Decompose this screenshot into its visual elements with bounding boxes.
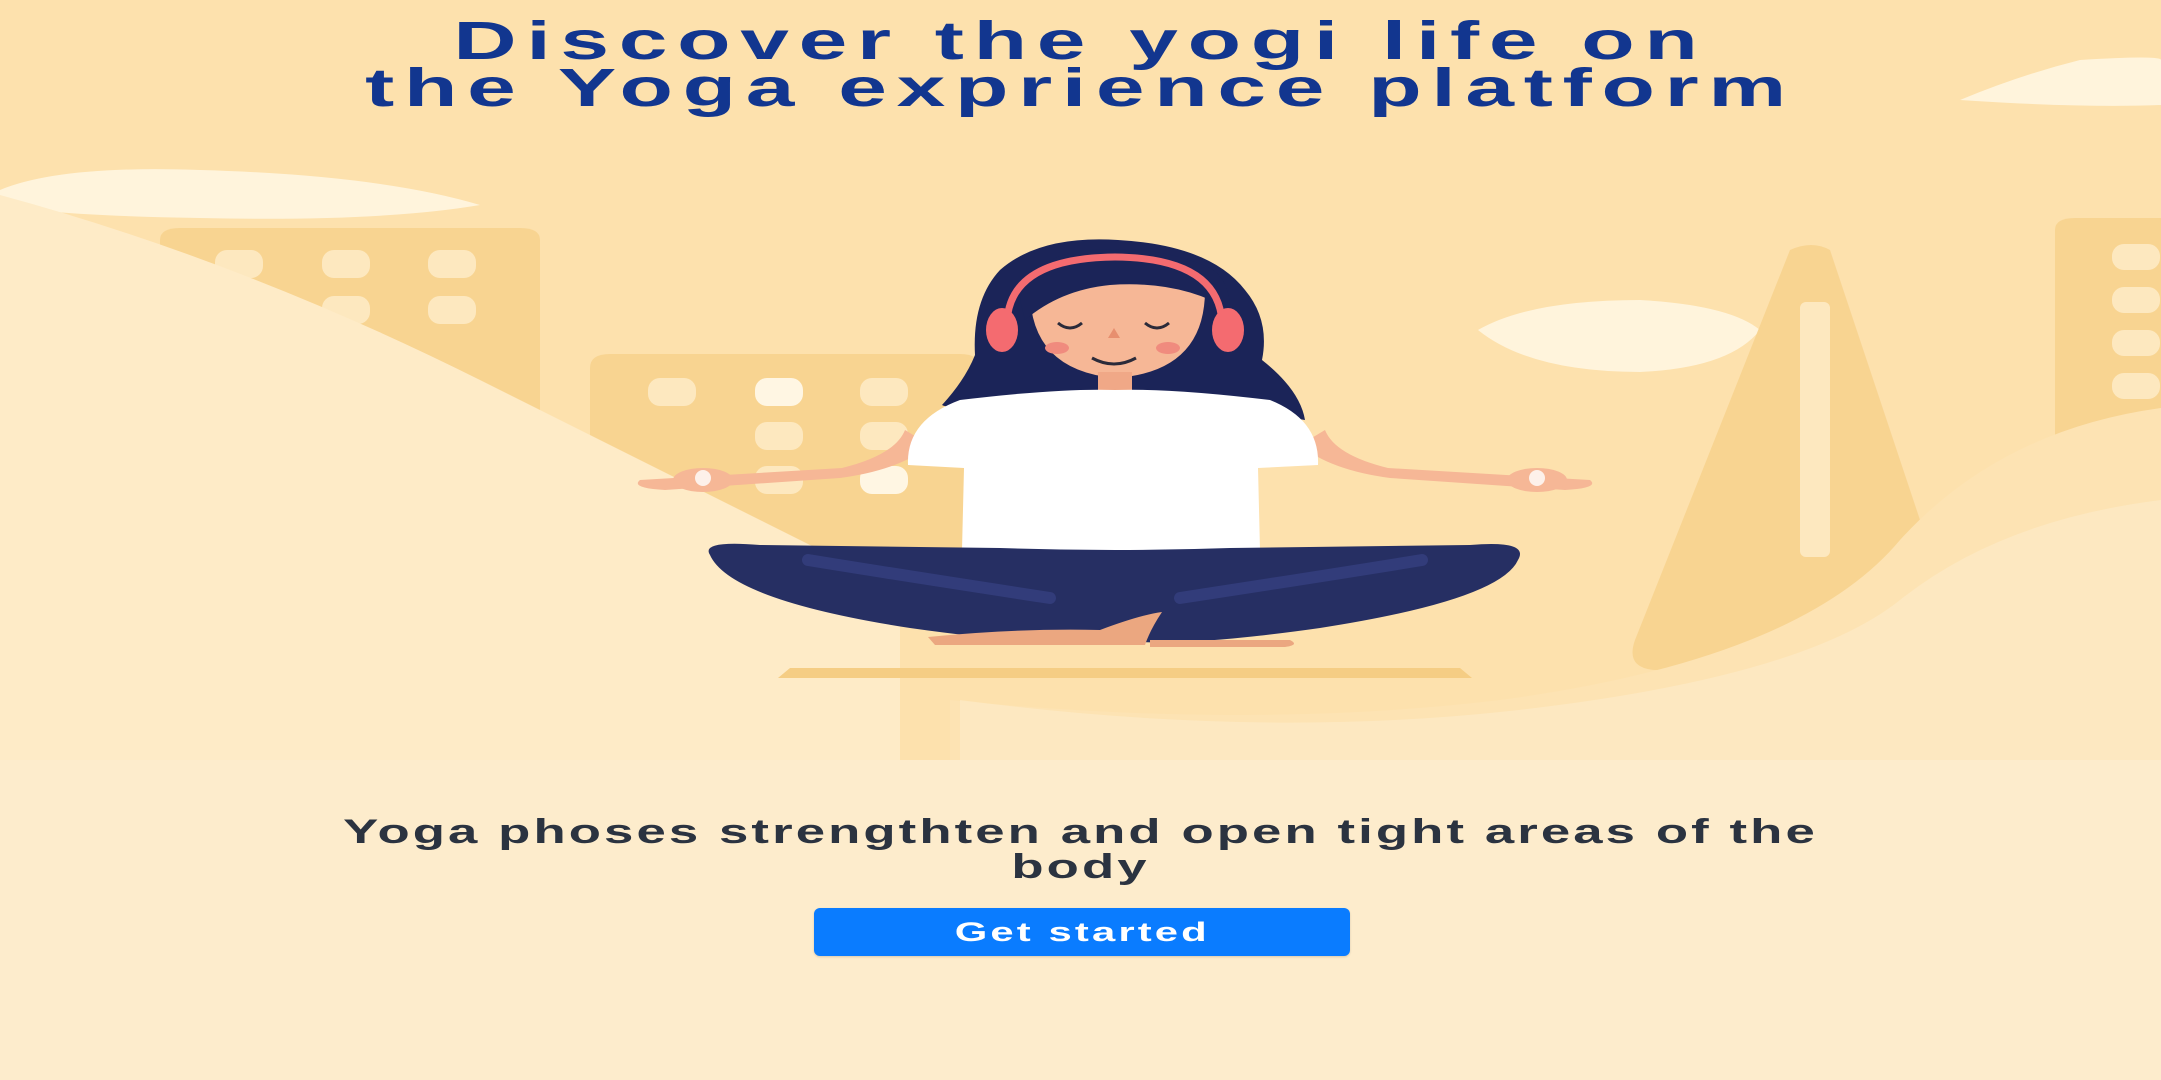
page-subtitle-line-2: body (1011, 848, 1150, 886)
page-title: Discover the yogi life on the Yoga expri… (0, 14, 2161, 118)
onboarding-screen: Discover the yogi life on the Yoga expri… (0, 0, 2161, 1080)
get-started-button-label: Get started (954, 917, 1210, 947)
page-subtitle-line-1: Yoga phoses strengthten and open tight a… (343, 813, 1818, 851)
yoga-mat (778, 668, 1472, 678)
page-title-line-2: the Yoga exprience platform (365, 58, 1796, 118)
page-subtitle: Yoga phoses strengthten and open tight a… (0, 815, 2161, 885)
get-started-button[interactable]: Get started (814, 908, 1350, 956)
